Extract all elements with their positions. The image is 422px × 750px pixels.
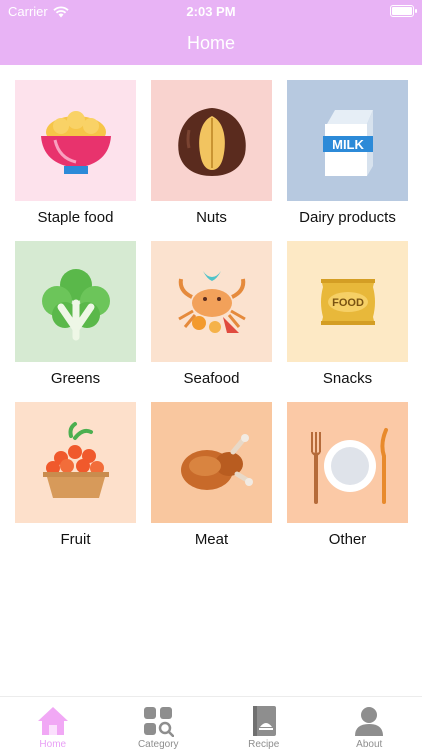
tab-bar: Home Category Recipe About (0, 696, 422, 750)
category-tile-staple-food[interactable]: Staple food (15, 80, 136, 226)
tile-image (15, 402, 136, 523)
plate-cutlery-icon (310, 427, 388, 504)
tile-image (151, 402, 272, 523)
tile-image (15, 241, 136, 362)
tile-image: FOOD (287, 241, 408, 362)
category-tile-seafood[interactable]: Seafood (151, 241, 272, 387)
tab-label: Category (137, 739, 179, 750)
tab-label: Home (39, 739, 67, 750)
page-title: Home (186, 33, 235, 53)
tile-image (151, 80, 272, 201)
milk-carton-icon: MILK (322, 109, 373, 176)
category-tile-fruit[interactable]: Fruit (15, 402, 136, 548)
tile-label: Nuts (196, 209, 227, 226)
tab-category[interactable]: Category (106, 697, 212, 750)
milk-text: MILK (332, 137, 364, 152)
tile-label: Staple food (37, 209, 114, 226)
snack-bag-icon: FOOD (320, 278, 375, 325)
category-tile-greens[interactable]: Greens (15, 241, 136, 387)
person-icon (353, 705, 385, 737)
tile-label: Seafood (183, 370, 240, 387)
tile-label: Meat (194, 531, 229, 548)
tile-image (151, 241, 272, 362)
status-bar: Carrier 2:03 PM (0, 0, 422, 22)
status-time: 2:03 PM (186, 4, 236, 19)
food-text: FOOD (332, 297, 364, 309)
category-tile-dairy-products[interactable]: MILK Dairy products (287, 80, 408, 226)
rice-bowl-icon (40, 110, 111, 174)
tab-label: About (356, 739, 383, 750)
tile-label: Dairy products (299, 209, 396, 226)
category-grid-icon (142, 705, 175, 737)
home-icon (37, 705, 69, 737)
category-tile-meat[interactable]: Meat (151, 402, 272, 548)
tile-label: Greens (50, 370, 101, 387)
tile-image (15, 80, 136, 201)
tile-image: MILK (287, 80, 408, 201)
category-tile-other[interactable]: Other (287, 402, 408, 548)
tile-image (287, 402, 408, 523)
nut-icon (177, 107, 246, 176)
tile-label: Other (328, 531, 367, 548)
category-tile-nuts[interactable]: Nuts (151, 80, 272, 226)
fruit-basket-icon (42, 421, 109, 498)
recipe-book-icon (248, 705, 280, 737)
battery-icon (390, 5, 417, 17)
category-tile-snacks[interactable]: FOOD Snacks (287, 241, 408, 387)
greens-icon (41, 268, 110, 340)
roast-chicken-icon (180, 433, 253, 490)
tab-label: Recipe (248, 739, 280, 750)
tab-recipe[interactable]: Recipe (211, 697, 317, 750)
tab-home[interactable]: Home (0, 697, 106, 750)
tab-about[interactable]: About (317, 697, 422, 750)
nav-header: Carrier 2:03 PM Home (0, 0, 422, 65)
tile-label: Fruit (60, 531, 91, 548)
tile-label: Snacks (322, 370, 373, 387)
crab-icon (177, 270, 246, 333)
